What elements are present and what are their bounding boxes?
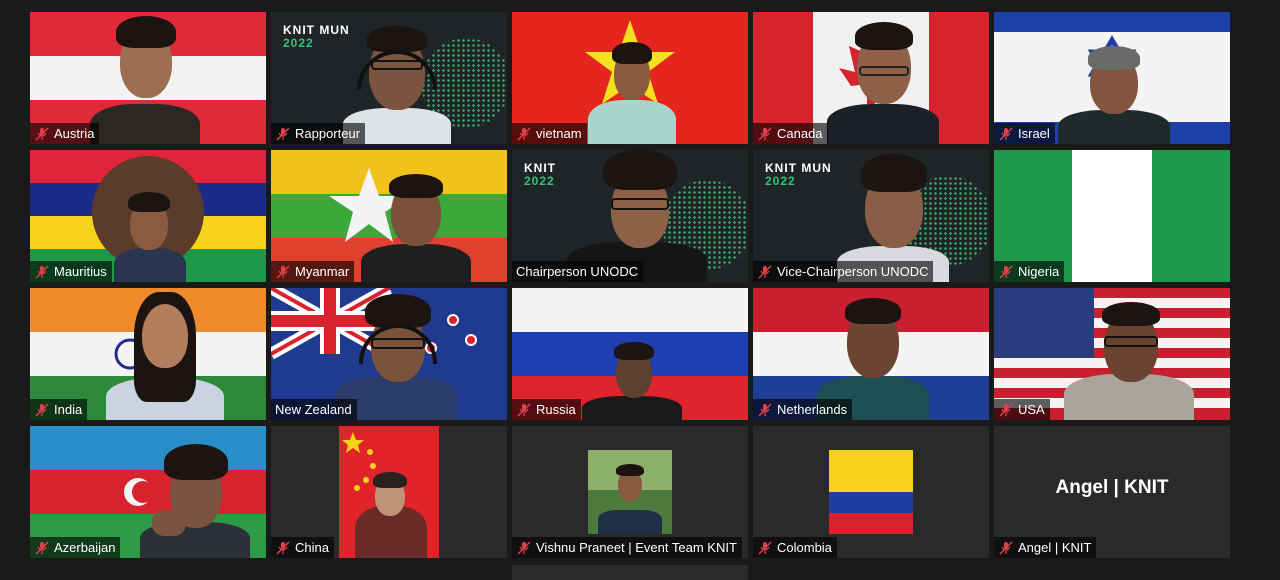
- mic-off-icon: [998, 402, 1014, 417]
- mic-off-icon: [275, 126, 291, 141]
- participant-name-label: New Zealand: [271, 399, 357, 420]
- participant-name: USA: [1018, 402, 1045, 417]
- participant-name-label: Chairperson UNODC: [512, 261, 644, 282]
- mic-off-icon: [757, 540, 773, 555]
- partial-participant-tile[interactable]: [512, 565, 748, 580]
- participant-tile-netherlands[interactable]: Netherlands: [753, 288, 989, 420]
- participant-video: [361, 150, 471, 282]
- participant-tile-israel[interactable]: Israel: [994, 12, 1230, 144]
- participant-name: vietnam: [536, 126, 582, 141]
- participant-name: Russia: [536, 402, 576, 417]
- participant-tile-myanmar[interactable]: Myanmar: [271, 150, 507, 282]
- participant-name-label: Rapporteur: [271, 123, 366, 144]
- participant-video: [351, 426, 431, 558]
- mic-off-icon: [34, 402, 50, 417]
- participant-tile-nigeria[interactable]: Nigeria: [994, 150, 1230, 282]
- mic-off-icon: [998, 126, 1014, 141]
- participant-video: [100, 288, 230, 420]
- participant-name-label: Netherlands: [753, 399, 853, 420]
- participant-tile-russia[interactable]: Russia: [512, 288, 748, 420]
- participant-name-label: Canada: [753, 123, 828, 144]
- participant-name: Israel: [1018, 126, 1050, 141]
- participant-name: Rapporteur: [295, 126, 361, 141]
- participant-name: Austria: [54, 126, 95, 141]
- mic-off-icon: [757, 264, 773, 279]
- participant-video: [1064, 288, 1194, 420]
- participant-video: [582, 288, 682, 420]
- mic-off-icon: [998, 264, 1014, 279]
- video-grid: Austria KNIT MUN 2022 Rapporteur vietnam…: [30, 12, 1230, 558]
- profile-picture: [588, 450, 672, 534]
- knit-mun-logo: KNIT MUN 2022: [765, 161, 832, 188]
- participant-name-label: Vishnu Praneet | Event Team KNIT: [512, 537, 742, 558]
- participant-name: China: [295, 540, 329, 555]
- participant-tile-angel[interactable]: Angel | KNIT Angel | KNIT: [994, 426, 1230, 558]
- mic-off-icon: [757, 402, 773, 417]
- participant-tile-india[interactable]: India: [30, 288, 266, 420]
- mic-off-icon: [34, 126, 50, 141]
- mic-off-icon: [34, 540, 50, 555]
- participant-name: New Zealand: [275, 402, 352, 417]
- mic-off-icon: [998, 540, 1014, 555]
- participant-name: Azerbaijan: [54, 540, 116, 555]
- participant-name-label: Colombia: [753, 537, 837, 558]
- knit-mun-logo: KNIT 2022: [524, 161, 556, 188]
- participant-tile-vice-chairperson[interactable]: KNIT MUN 2022 Vice-Chairperson UNODC: [753, 150, 989, 282]
- participant-video: [582, 12, 682, 144]
- participant-tile-usa[interactable]: USA: [994, 288, 1230, 420]
- participant-name-label: China: [271, 537, 334, 558]
- participant-name: Chairperson UNODC: [516, 264, 639, 279]
- participant-name: Mauritius: [54, 264, 107, 279]
- participant-name: Canada: [777, 126, 823, 141]
- participant-name: Nigeria: [1018, 264, 1060, 279]
- participant-name-label: Vice-Chairperson UNODC: [753, 261, 934, 282]
- mic-off-icon: [516, 402, 532, 417]
- participant-name-label: Mauritius: [30, 261, 112, 282]
- participant-video: [140, 426, 250, 558]
- participant-tile-rapporteur[interactable]: KNIT MUN 2022 Rapporteur: [271, 12, 507, 144]
- participant-name: Vishnu Praneet | Event Team KNIT: [536, 540, 737, 555]
- participant-tile-china[interactable]: China: [271, 426, 507, 558]
- participant-name-label: vietnam: [512, 123, 587, 144]
- participant-video: [80, 12, 210, 144]
- participant-tile-canada[interactable]: Canada: [753, 12, 989, 144]
- participant-name: Vice-Chairperson UNODC: [777, 264, 929, 279]
- participant-name-label: Russia: [512, 399, 581, 420]
- participant-name: Myanmar: [295, 264, 350, 279]
- participant-tile-vishnu-praneet[interactable]: Vishnu Praneet | Event Team KNIT: [512, 426, 748, 558]
- mic-off-icon: [275, 540, 291, 555]
- participant-name-label: Israel: [994, 123, 1055, 144]
- participant-name-label: USA: [994, 399, 1050, 420]
- mic-off-icon: [757, 126, 773, 141]
- participant-tile-new-zealand[interactable]: New Zealand: [271, 288, 507, 420]
- participant-video: [110, 150, 190, 282]
- participant-video: [823, 12, 943, 144]
- participant-tile-azerbaijan[interactable]: Azerbaijan: [30, 426, 266, 558]
- participant-name: Netherlands: [777, 402, 848, 417]
- participant-name: India: [54, 402, 83, 417]
- participant-name-label: Nigeria: [994, 261, 1065, 282]
- mic-off-icon: [516, 126, 532, 141]
- colombia-flag-image: [829, 450, 913, 534]
- participant-tile-mauritius[interactable]: Mauritius: [30, 150, 266, 282]
- mic-off-icon: [275, 264, 291, 279]
- participant-video: [1054, 12, 1174, 144]
- participant-tile-chairperson[interactable]: KNIT 2022 Chairperson UNODC: [512, 150, 748, 282]
- mic-off-icon: [516, 540, 532, 555]
- participant-tile-austria[interactable]: Austria: [30, 12, 266, 144]
- participant-name-label: Myanmar: [271, 261, 355, 282]
- participant-name: Colombia: [777, 540, 832, 555]
- participant-tile-vietnam[interactable]: vietnam: [512, 12, 748, 144]
- participant-name-label: India: [30, 399, 88, 420]
- participant-name-label: Austria: [30, 123, 100, 144]
- mic-off-icon: [34, 264, 50, 279]
- participant-tile-colombia[interactable]: Colombia: [753, 426, 989, 558]
- participant-name-label: Azerbaijan: [30, 537, 121, 558]
- participant-name-label: Angel | KNIT: [994, 537, 1097, 558]
- participant-name: Angel | KNIT: [1018, 540, 1092, 555]
